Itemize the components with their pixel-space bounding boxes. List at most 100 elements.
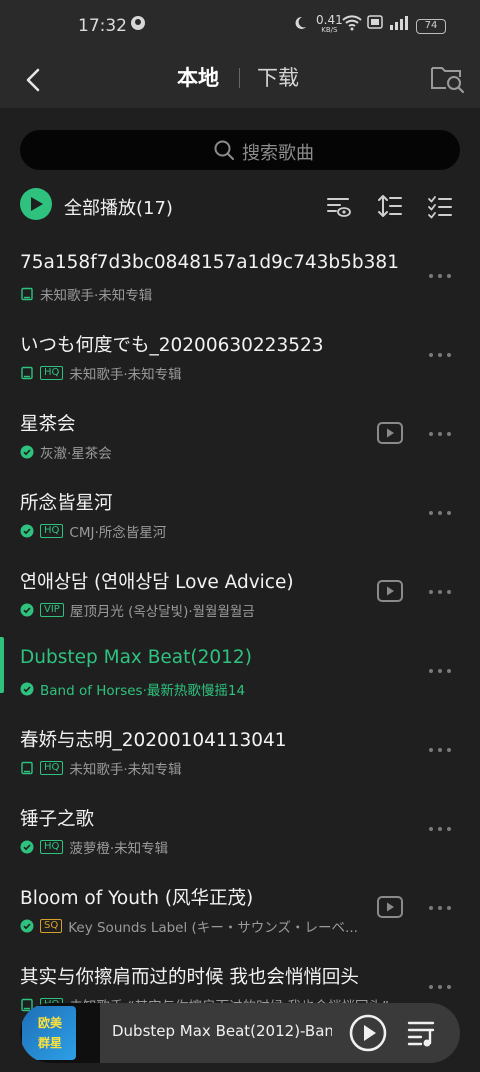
search-input[interactable]: 搜索歌曲 bbox=[20, 130, 460, 170]
hd-icon bbox=[367, 15, 383, 33]
song-row[interactable]: いつも何度でも_20200630223523 HQ 未知歌手·未知专辑 bbox=[0, 315, 480, 394]
album-cover[interactable]: 欧美 群星 bbox=[20, 1003, 100, 1063]
song-meta: HQ 菠萝橙·未知专辑 bbox=[20, 837, 168, 857]
song-row[interactable]: Dubstep Max Beat(2012) Band of Horses·最新热… bbox=[0, 631, 480, 710]
now-playing-title[interactable]: Dubstep Max Beat(2012)-Band of Horses bbox=[112, 1022, 332, 1040]
sort-icon bbox=[378, 195, 402, 217]
more-dots-icon bbox=[429, 985, 451, 989]
more-options-button[interactable] bbox=[426, 582, 454, 602]
song-row[interactable]: Bloom of Youth (风华正茂) SQ Key Sounds Label … bbox=[0, 868, 480, 947]
artist-album: 灰澈·星茶会 bbox=[40, 446, 112, 462]
more-options-button[interactable] bbox=[426, 266, 454, 286]
tab-download[interactable]: 下载 bbox=[257, 62, 299, 92]
play-icon bbox=[31, 197, 43, 211]
status-bar: 17:32 0.41 KB/S 74 bbox=[0, 0, 480, 52]
top-nav: 本地 下载 bbox=[0, 52, 480, 108]
song-title: 春娇与志明_20200104113041 bbox=[20, 730, 287, 751]
song-meta: HQ CMJ·所念皆星河 bbox=[20, 521, 166, 541]
search-placeholder: 搜索歌曲 bbox=[242, 143, 314, 164]
song-meta: 未知歌手·未知专辑 bbox=[20, 284, 152, 304]
song-row[interactable]: 연애상담 (연애상담 Love Advice) VIP 屋顶月光 (옥상달빛)·월월… bbox=[0, 552, 480, 631]
filter-eye-icon bbox=[327, 198, 351, 217]
album-art: 欧美 群星 bbox=[22, 1006, 76, 1060]
more-dots-icon bbox=[429, 590, 451, 594]
more-options-button[interactable] bbox=[426, 424, 454, 444]
song-title: 연애상담 (연애상담 Love Advice) bbox=[20, 572, 294, 593]
song-title: いつも何度でも_20200630223523 bbox=[20, 335, 324, 356]
downloaded-check-icon bbox=[20, 445, 34, 459]
song-row[interactable]: 所念皆星河 HQ CMJ·所念皆星河 bbox=[0, 473, 480, 552]
tab-local[interactable]: 本地 bbox=[177, 62, 219, 92]
song-title: 星茶会 bbox=[20, 414, 76, 435]
song-row[interactable]: 春娇与志明_20200104113041 HQ 未知歌手·未知专辑 bbox=[0, 710, 480, 789]
app-notification-icon bbox=[130, 15, 146, 35]
more-options-button[interactable] bbox=[426, 819, 454, 839]
more-dots-icon bbox=[429, 353, 451, 357]
batch-select-button[interactable] bbox=[426, 192, 454, 220]
mini-play-button[interactable] bbox=[348, 1013, 388, 1053]
local-file-icon bbox=[20, 366, 34, 380]
song-row[interactable]: 锤子之歌 HQ 菠萝橙·未知专辑 bbox=[0, 789, 480, 868]
more-dots-icon bbox=[429, 274, 451, 278]
playlist-icon bbox=[407, 1021, 435, 1047]
folder-search-icon bbox=[431, 67, 465, 94]
more-options-button[interactable] bbox=[426, 977, 454, 997]
quality-badge: HQ bbox=[40, 840, 64, 854]
song-title: 锤子之歌 bbox=[20, 809, 95, 830]
video-play-icon bbox=[377, 896, 403, 918]
song-title: Dubstep Max Beat(2012) bbox=[20, 647, 252, 668]
mv-button[interactable] bbox=[376, 579, 404, 603]
more-options-button[interactable] bbox=[426, 661, 454, 681]
play-all-row: 全部播放(17) bbox=[0, 186, 480, 226]
album-text-line1: 欧美 bbox=[37, 1016, 62, 1030]
play-all-button[interactable] bbox=[20, 188, 52, 220]
more-dots-icon bbox=[429, 511, 451, 515]
mv-button[interactable] bbox=[376, 421, 404, 445]
scan-folder-button[interactable] bbox=[428, 58, 468, 98]
downloaded-check-icon bbox=[20, 524, 34, 538]
moon-icon bbox=[292, 15, 308, 35]
song-row[interactable]: 星茶会灰澈·星茶会 bbox=[0, 394, 480, 473]
artist-album: CMJ·所念皆星河 bbox=[69, 525, 167, 541]
quality-badge: HQ bbox=[40, 366, 64, 380]
artist-album: Band of Horses·最新热歌慢摇14 bbox=[40, 683, 246, 699]
play-all-label[interactable]: 全部播放(17) bbox=[64, 194, 173, 220]
network-speed: 0.41 KB/S bbox=[316, 13, 343, 34]
sort-button[interactable] bbox=[376, 192, 404, 220]
song-meta: 灰澈·星茶会 bbox=[20, 442, 112, 462]
more-dots-icon bbox=[429, 669, 451, 673]
more-options-button[interactable] bbox=[426, 503, 454, 523]
filter-view-button[interactable] bbox=[325, 192, 353, 220]
wifi-icon bbox=[342, 15, 362, 35]
mv-button[interactable] bbox=[376, 895, 404, 919]
more-options-button[interactable] bbox=[426, 898, 454, 918]
more-dots-icon bbox=[429, 432, 451, 436]
video-play-icon bbox=[377, 422, 403, 444]
song-title: 所念皆星河 bbox=[20, 493, 113, 514]
tab-divider bbox=[239, 68, 240, 88]
status-time: 17:32 bbox=[78, 16, 127, 36]
quality-badge: SQ bbox=[40, 919, 63, 933]
artist-album: 未知歌手·未知专辑 bbox=[40, 288, 153, 304]
play-circle-icon bbox=[349, 1014, 387, 1052]
artist-album: 屋顶月光 (옥상달빛)·월월월월금 bbox=[69, 604, 255, 620]
mini-player[interactable]: 欧美 群星 Dubstep Max Beat(2012)-Band of Hor… bbox=[20, 1003, 460, 1063]
song-title: Bloom of Youth (风华正茂) bbox=[20, 888, 254, 909]
now-playing-indicator bbox=[0, 637, 4, 693]
song-meta: Band of Horses·最新热歌慢摇14 bbox=[20, 679, 245, 699]
song-row[interactable]: 75a158f7d3bc0848157a1d9c743b5b381 未知歌手·未知… bbox=[0, 236, 480, 315]
downloaded-check-icon bbox=[20, 682, 34, 696]
artist-album: 菠萝橙·未知专辑 bbox=[69, 841, 169, 857]
video-play-icon bbox=[377, 580, 403, 602]
downloaded-check-icon bbox=[20, 919, 34, 933]
more-options-button[interactable] bbox=[426, 740, 454, 760]
quality-badge: HQ bbox=[40, 761, 64, 775]
more-options-button[interactable] bbox=[426, 345, 454, 365]
quality-badge: HQ bbox=[40, 524, 64, 538]
artist-album: Key Sounds Label (キー・サウンズ・レーベ... bbox=[68, 920, 358, 936]
local-file-icon bbox=[20, 287, 34, 301]
downloaded-check-icon bbox=[20, 840, 34, 854]
battery-indicator: 74 bbox=[416, 19, 446, 34]
song-meta: VIP 屋顶月光 (옥상달빛)·월월월월금 bbox=[20, 600, 255, 620]
playlist-button[interactable] bbox=[406, 1017, 440, 1049]
